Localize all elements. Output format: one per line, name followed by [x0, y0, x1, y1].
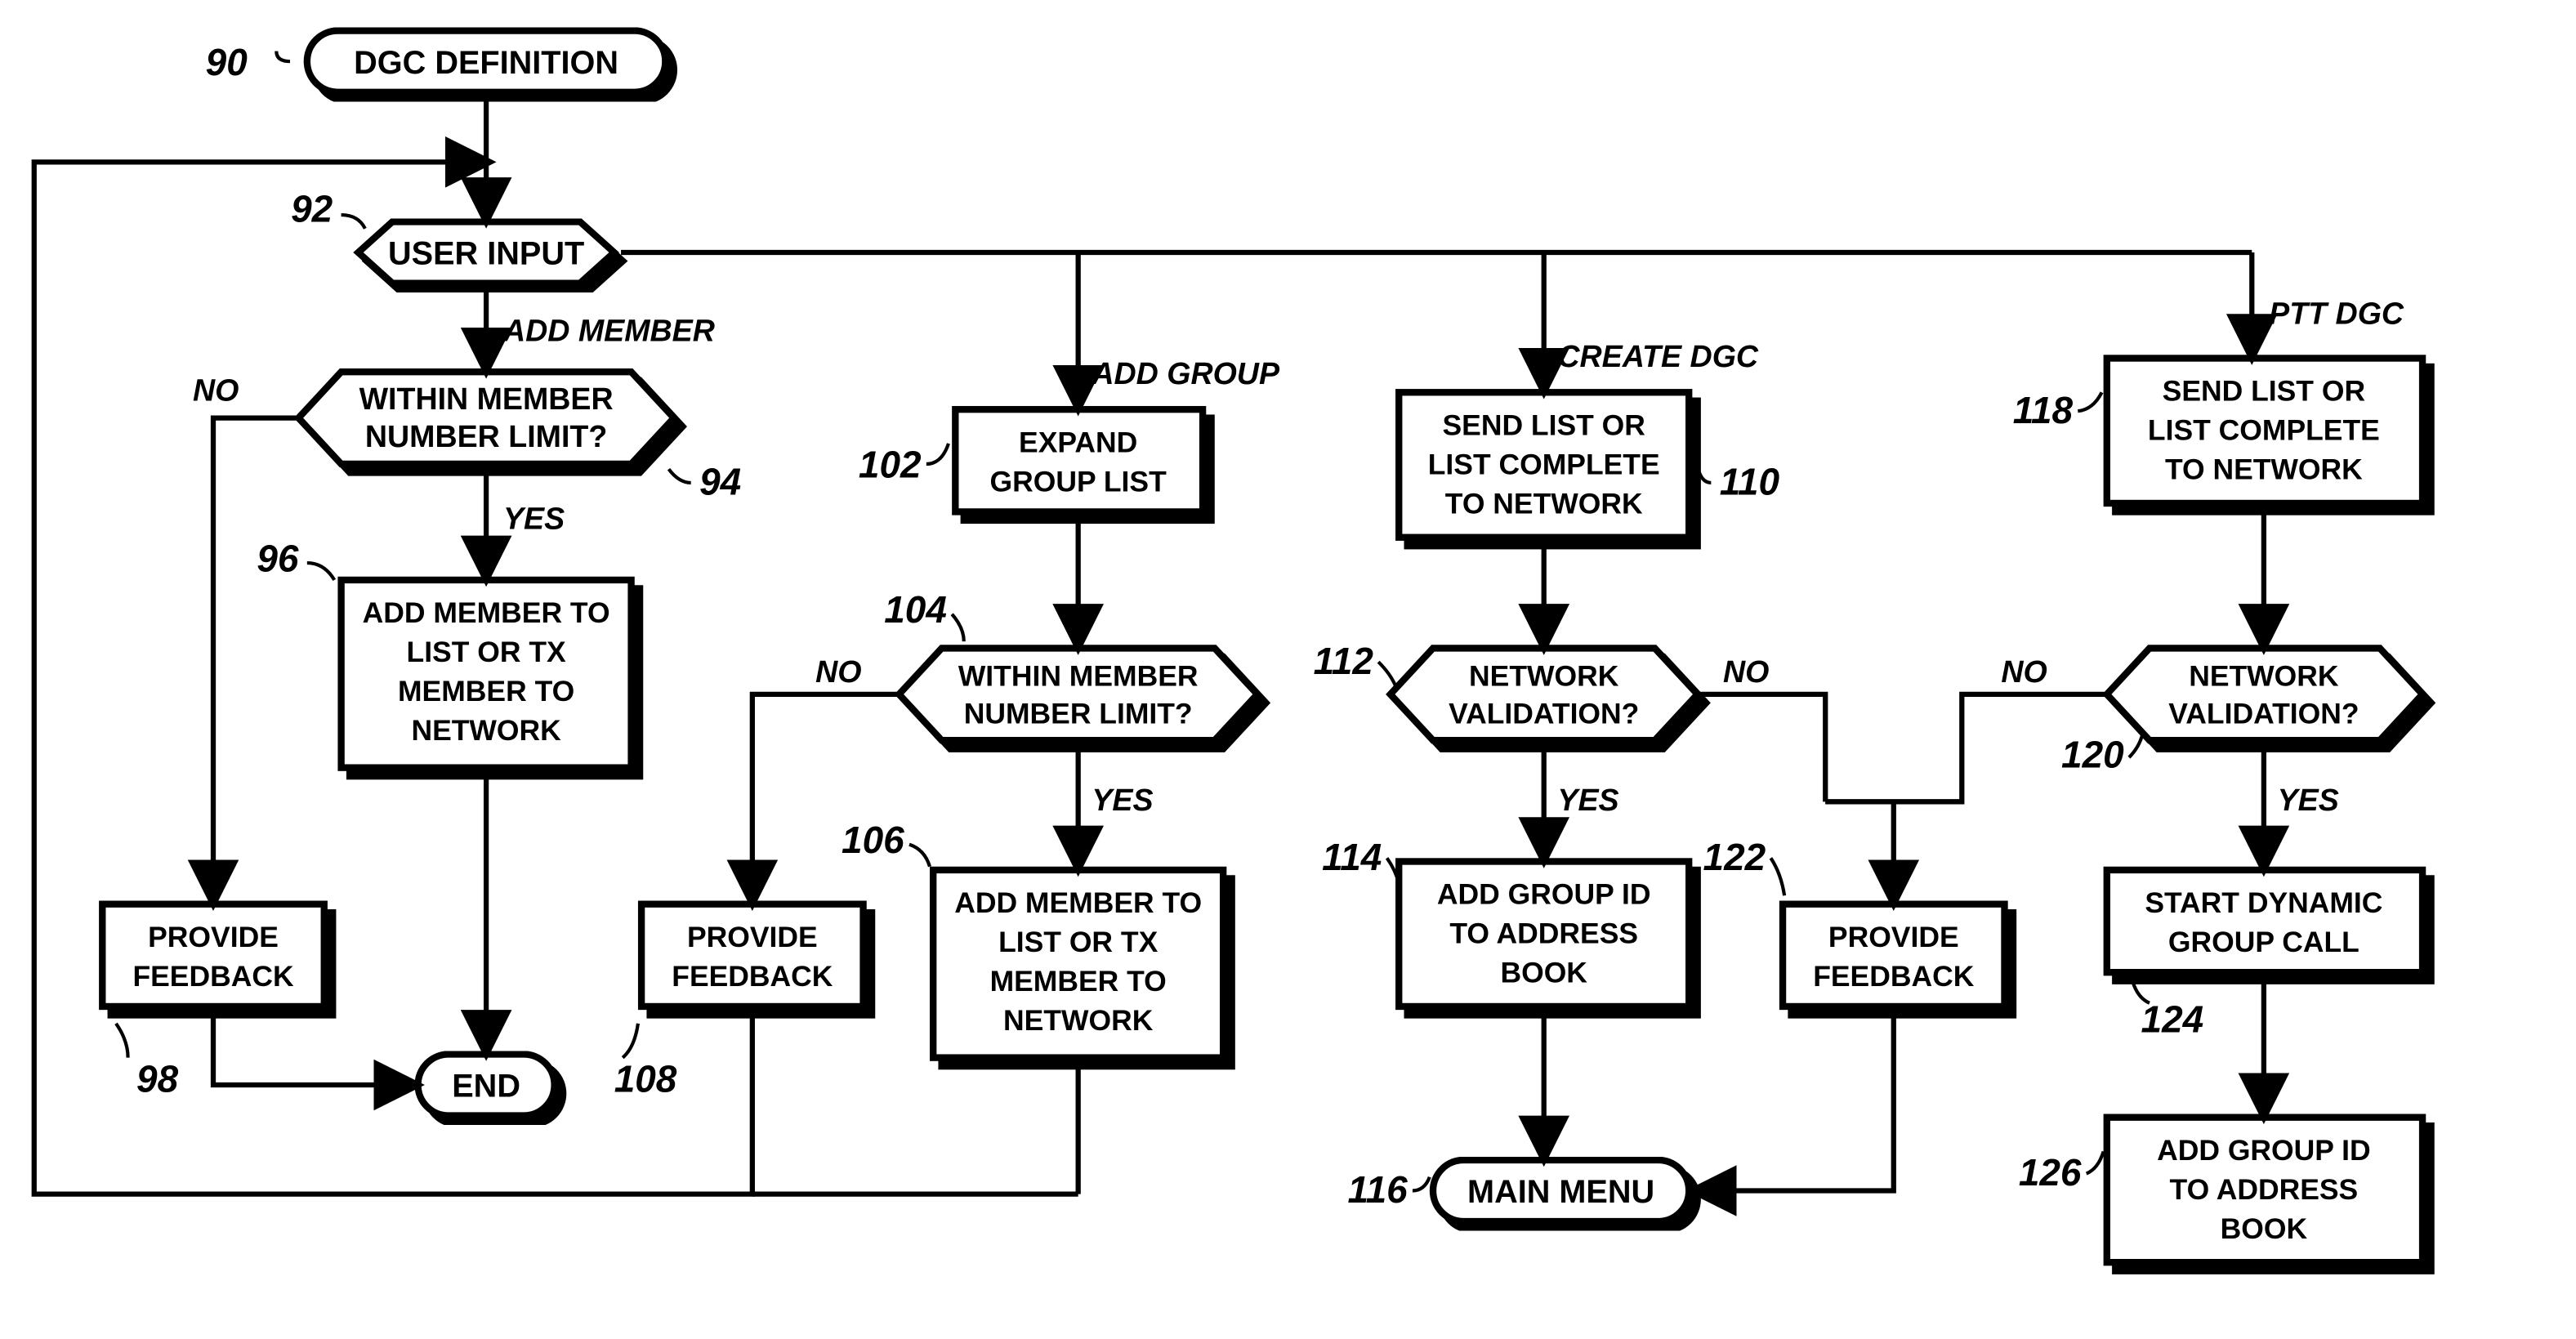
node-within-limit-104: WITHIN MEMBER NUMBER LIMIT? [899, 648, 1257, 740]
node-label: LIST OR TX [998, 926, 1158, 958]
edge-label: YES [1092, 783, 1153, 817]
arrow [213, 418, 298, 901]
edge-label: CREATE DGC [1557, 339, 1759, 373]
node-label: NETWORK [1003, 1004, 1154, 1037]
edge-label: NO [1723, 654, 1769, 689]
node-label: LIST COMPLETE [2148, 414, 2380, 447]
ref-122: 122 [1703, 836, 1766, 878]
node-label: NUMBER LIMIT? [365, 419, 607, 453]
ref-108: 108 [614, 1057, 677, 1100]
node-add-group-id-114: ADD GROUP ID TO ADDRESS BOOK [1399, 861, 1689, 1006]
ref-124: 124 [2141, 998, 2204, 1040]
node-label: END [452, 1069, 520, 1105]
node-label: TO ADDRESS [2170, 1173, 2359, 1206]
node-label: USER INPUT [388, 236, 584, 272]
node-label: EXPAND [1019, 426, 1137, 458]
node-label: SEND LIST OR [1443, 408, 1645, 441]
node-label: NETWORK [1469, 659, 1619, 692]
node-label: ADD GROUP ID [1437, 878, 1651, 911]
node-send-list-118: SEND LIST OR LIST COMPLETE TO NETWORK [2107, 358, 2422, 502]
edge-label: NO [815, 654, 861, 689]
ref-102: 102 [859, 444, 922, 486]
node-label: NUMBER LIMIT? [964, 697, 1193, 730]
ref-90: 90 [206, 41, 248, 83]
node-dgc-definition: DGC DEFINITION [307, 31, 665, 92]
node-end: END [418, 1054, 555, 1115]
node-label: DGC DEFINITION [354, 45, 618, 81]
edge-label: NO [193, 373, 239, 408]
edge-label: ADD MEMBER [502, 314, 715, 348]
node-label: LIST OR TX [407, 636, 566, 668]
node-user-input: USER INPUT [358, 221, 614, 283]
node-label: ADD MEMBER TO [363, 596, 610, 629]
ref-92: 92 [291, 187, 333, 230]
ref-126: 126 [2019, 1151, 2082, 1194]
node-add-member-106: ADD MEMBER TO LIST OR TX MEMBER TO NETWO… [933, 870, 1223, 1058]
node-network-validation-112: NETWORK VALIDATION? [1391, 648, 1698, 740]
node-label: BOOK [2221, 1212, 2308, 1245]
node-label: MAIN MENU [1467, 1174, 1654, 1210]
ref-120: 120 [2061, 734, 2124, 776]
node-feedback-108: PROVIDE FEEDBACK [641, 904, 863, 1006]
ref-118: 118 [2013, 389, 2074, 431]
node-within-limit-94: WITHIN MEMBER NUMBER LIMIT? [298, 372, 673, 464]
arrow [752, 694, 900, 901]
node-label: MEMBER TO [398, 675, 574, 707]
arrow [1825, 694, 2107, 901]
ref-104: 104 [884, 588, 947, 631]
node-label: GROUP LIST [990, 465, 1167, 498]
node-label: GROUP CALL [2168, 926, 2359, 958]
node-label: BOOK [1500, 957, 1587, 989]
node-feedback-122: PROVIDE FEEDBACK [1783, 904, 2004, 1006]
node-start-dynamic-group-call: START DYNAMIC GROUP CALL [2107, 870, 2422, 972]
node-network-validation-120: NETWORK VALIDATION? [2107, 648, 2422, 740]
node-label: SEND LIST OR [2163, 375, 2365, 408]
node-label: FEEDBACK [132, 960, 294, 993]
ref-106: 106 [842, 819, 904, 861]
edge-label: YES [1557, 783, 1618, 817]
ref-96: 96 [257, 538, 299, 580]
node-add-member-96: ADD MEMBER TO LIST OR TX MEMBER TO NETWO… [342, 580, 632, 768]
edge-label: PTT DGC [2269, 297, 2404, 331]
node-label: PROVIDE [687, 921, 818, 953]
arrow [1696, 1013, 1894, 1190]
node-label: PROVIDE [1828, 921, 1959, 953]
arrow [1698, 694, 1826, 802]
node-send-list-110: SEND LIST OR LIST COMPLETE TO NETWORK [1399, 392, 1689, 537]
node-label: WITHIN MEMBER [958, 659, 1199, 692]
node-expand-group-list: EXPAND GROUP LIST [955, 409, 1203, 511]
arrow [213, 1013, 414, 1085]
node-label: ADD GROUP ID [2157, 1134, 2371, 1167]
node-label: ADD MEMBER TO [954, 886, 1202, 919]
node-label: PROVIDE [148, 921, 279, 953]
node-label: LIST COMPLETE [1428, 448, 1660, 480]
node-label: NETWORK [411, 714, 561, 747]
ref-114: 114 [1322, 836, 1382, 878]
node-add-group-id-126: ADD GROUP ID TO ADDRESS BOOK [2107, 1118, 2422, 1262]
node-label: WITHIN MEMBER [359, 382, 614, 416]
ref-94: 94 [699, 461, 741, 503]
node-label: TO NETWORK [1445, 488, 1643, 520]
node-label: VALIDATION? [1449, 697, 1639, 730]
node-main-menu: MAIN MENU [1433, 1160, 1689, 1221]
node-label: TO NETWORK [2165, 453, 2363, 486]
ref-110: 110 [1720, 461, 1780, 503]
node-label: TO ADDRESS [1449, 917, 1638, 950]
node-label: START DYNAMIC [2145, 886, 2382, 919]
edge-label: YES [2278, 783, 2339, 817]
node-feedback-98: PROVIDE FEEDBACK [102, 904, 324, 1006]
node-label: MEMBER TO [990, 965, 1167, 998]
edge-label: NO [2001, 654, 2047, 689]
ref-116: 116 [1347, 1168, 1408, 1211]
flowchart-diagram: DGC DEFINITION 90 USER INPUT 92 WITHIN M… [0, 0, 2576, 1339]
node-label: VALIDATION? [2168, 697, 2359, 730]
edge-label: ADD GROUP [1091, 356, 1280, 391]
node-label: FEEDBACK [1813, 960, 1975, 993]
node-label: FEEDBACK [672, 960, 833, 993]
ref-112: 112 [1314, 640, 1374, 682]
node-label: NETWORK [2189, 659, 2339, 692]
ref-98: 98 [136, 1057, 179, 1100]
edge-label: YES [503, 501, 565, 535]
